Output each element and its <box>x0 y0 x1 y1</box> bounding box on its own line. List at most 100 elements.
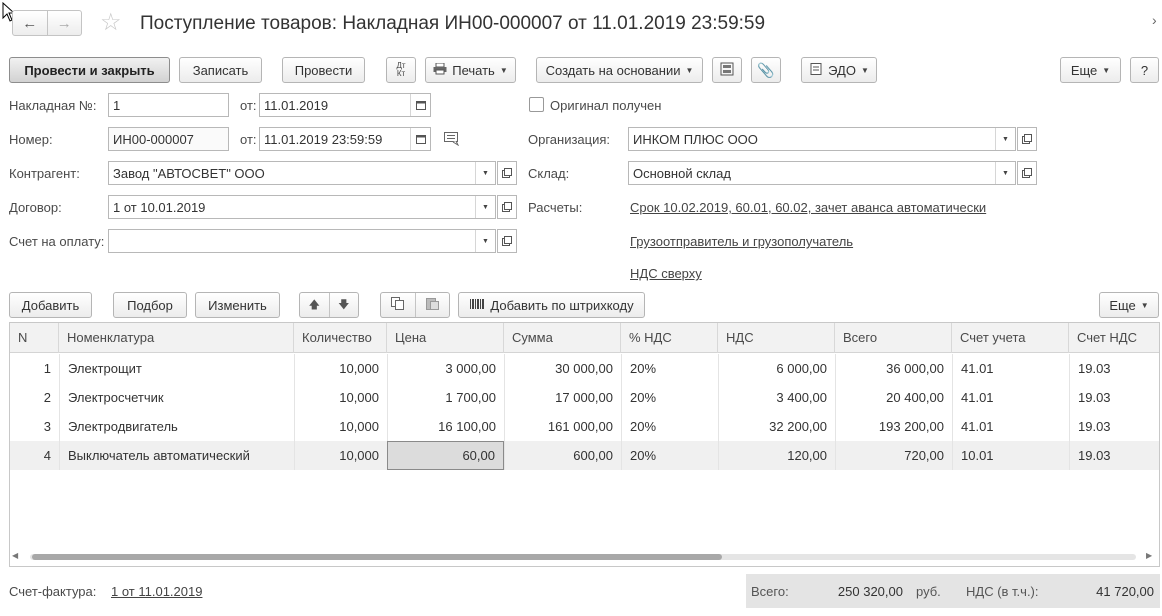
add-row-button[interactable]: Добавить <box>9 292 92 318</box>
table-cell[interactable]: 19.03 <box>1069 354 1161 383</box>
table-row[interactable]: 3 Электродвигатель 10,000 16 100,00 161 000,… <box>10 412 1159 441</box>
column-header[interactable]: НДС <box>718 323 835 353</box>
table-cell[interactable]: 3 000,00 <box>387 354 504 383</box>
contract-field[interactable]: 1 от 10.01.2019 ▼ <box>108 195 496 219</box>
column-header[interactable]: N <box>10 323 59 353</box>
table-cell[interactable]: 19.03 <box>1069 383 1161 412</box>
add-by-barcode-button[interactable]: Добавить по штрихкоду <box>458 292 645 318</box>
counterparty-field[interactable]: Завод "АВТОСВЕТ" ООО ▼ <box>108 161 496 185</box>
copy-button[interactable] <box>381 293 416 317</box>
column-header[interactable]: Сумма <box>504 323 621 353</box>
paste-button[interactable] <box>416 293 450 317</box>
more-button[interactable]: Еще ▼ <box>1060 57 1121 83</box>
table-cell[interactable]: 10.01 <box>952 441 1069 470</box>
back-button[interactable]: ← <box>13 11 48 35</box>
table-cell[interactable]: 193 200,00 <box>835 412 952 441</box>
column-header[interactable]: Цена <box>387 323 504 353</box>
table-cell[interactable]: 10,000 <box>294 441 387 470</box>
chevron-down-icon[interactable]: ▼ <box>995 128 1015 150</box>
table-cell[interactable]: 20 400,00 <box>835 383 952 412</box>
table-row[interactable]: 2 Электросчетчик 10,000 1 700,00 17 000,00 20… <box>10 383 1159 412</box>
dt-kt-button[interactable]: Дт Кт <box>386 57 416 83</box>
edit-button[interactable]: Изменить <box>195 292 280 318</box>
close-icon[interactable]: › <box>1152 12 1157 28</box>
open-warehouse-button[interactable] <box>1017 161 1037 185</box>
scroll-right-icon[interactable]: ▶ <box>1146 551 1152 560</box>
save-button[interactable]: Записать <box>179 57 262 83</box>
comment-icon[interactable] <box>444 132 460 149</box>
print-button[interactable]: Печать ▼ <box>425 57 516 83</box>
table-cell[interactable]: Выключатель автоматический <box>59 441 294 470</box>
help-button[interactable]: ? <box>1130 57 1159 83</box>
table-cell[interactable]: 41.01 <box>952 412 1069 441</box>
table-cell[interactable]: 17 000,00 <box>504 383 621 412</box>
table-more-button[interactable]: Еще ▼ <box>1099 292 1159 318</box>
edo-button[interactable]: ЭДО ▼ <box>801 57 877 83</box>
table-cell[interactable]: 120,00 <box>718 441 835 470</box>
table-cell[interactable]: Электрощит <box>59 354 294 383</box>
table-cell[interactable]: 600,00 <box>504 441 621 470</box>
table-cell[interactable]: 6 000,00 <box>718 354 835 383</box>
table-cell[interactable]: 41.01 <box>952 383 1069 412</box>
shipper-consignee-link[interactable]: Грузоотправитель и грузополучатель <box>630 234 853 249</box>
move-down-button[interactable]: 🡇 <box>330 293 359 317</box>
table-cell[interactable]: 3 <box>10 412 59 441</box>
open-organization-button[interactable] <box>1017 127 1037 151</box>
table-cell[interactable]: 10,000 <box>294 354 387 383</box>
table-cell[interactable]: 1 700,00 <box>387 383 504 412</box>
table-cell[interactable]: 16 100,00 <box>387 412 504 441</box>
create-based-on-button[interactable]: Создать на основании ▼ <box>536 57 703 83</box>
table-row[interactable]: 4 Выключатель автоматический 10,000 60,00 60… <box>10 441 1159 470</box>
table-cell[interactable]: 4 <box>10 441 59 470</box>
invoice-number-field[interactable]: 1 <box>108 93 229 117</box>
settlements-link[interactable]: Срок 10.02.2019, 60.01, 60.02, зачет ава… <box>630 200 986 215</box>
scroll-left-icon[interactable]: ◀ <box>12 551 18 560</box>
table-cell[interactable]: 60,00 <box>387 441 504 470</box>
chevron-down-icon[interactable]: ▼ <box>475 162 495 184</box>
table-cell[interactable]: 1 <box>10 354 59 383</box>
select-button[interactable]: Подбор <box>113 292 187 318</box>
scrollbar-thumb[interactable] <box>32 554 722 560</box>
table-cell[interactable]: 41.01 <box>952 354 1069 383</box>
number-date-field[interactable]: 11.01.2019 23:59:59 <box>259 127 431 151</box>
post-button[interactable]: Провести <box>282 57 365 83</box>
number-field[interactable]: ИН00-000007 <box>108 127 229 151</box>
table-cell[interactable]: 720,00 <box>835 441 952 470</box>
table-cell[interactable]: Электродвигатель <box>59 412 294 441</box>
calendar-icon[interactable] <box>410 94 430 116</box>
chevron-down-icon[interactable]: ▼ <box>995 162 1015 184</box>
chevron-down-icon[interactable]: ▼ <box>475 230 495 252</box>
calendar-icon[interactable] <box>410 128 430 150</box>
table-cell[interactable]: 30 000,00 <box>504 354 621 383</box>
original-received-checkbox[interactable] <box>529 97 544 112</box>
table-cell[interactable]: 2 <box>10 383 59 412</box>
payment-invoice-field[interactable]: ▼ <box>108 229 496 253</box>
table-cell[interactable]: 19.03 <box>1069 412 1161 441</box>
column-header[interactable]: Всего <box>835 323 952 353</box>
table-cell[interactable]: 10,000 <box>294 383 387 412</box>
open-counterparty-button[interactable] <box>497 161 517 185</box>
favorite-star-icon[interactable]: ☆ <box>100 9 122 37</box>
open-payment-invoice-button[interactable] <box>497 229 517 253</box>
table-cell[interactable]: 20% <box>621 354 718 383</box>
column-header[interactable]: Номенклатура <box>59 323 294 353</box>
table-cell[interactable]: 20% <box>621 412 718 441</box>
table-cell[interactable]: 20% <box>621 383 718 412</box>
organization-field[interactable]: ИНКОМ ПЛЮС ООО ▼ <box>628 127 1016 151</box>
table-cell[interactable]: 32 200,00 <box>718 412 835 441</box>
move-up-button[interactable]: 🡅 <box>300 293 330 317</box>
table-cell[interactable]: 3 400,00 <box>718 383 835 412</box>
table-cell[interactable]: Электросчетчик <box>59 383 294 412</box>
column-header[interactable]: Количество <box>294 323 387 353</box>
table-cell[interactable]: 20% <box>621 441 718 470</box>
post-and-close-button[interactable]: Провести и закрыть <box>9 57 170 83</box>
attach-button[interactable]: 📎 <box>751 57 781 83</box>
chevron-down-icon[interactable]: ▼ <box>475 196 495 218</box>
table-cell[interactable]: 36 000,00 <box>835 354 952 383</box>
table-row[interactable]: 1 Электрощит 10,000 3 000,00 30 000,00 20% 6 0… <box>10 354 1159 383</box>
table-cell[interactable]: 10,000 <box>294 412 387 441</box>
horizontal-scrollbar[interactable]: ◀ ▶ <box>10 549 1159 565</box>
column-header[interactable]: Счет НДС <box>1069 323 1161 353</box>
column-header[interactable]: % НДС <box>621 323 718 353</box>
table-cell[interactable]: 19.03 <box>1069 441 1161 470</box>
